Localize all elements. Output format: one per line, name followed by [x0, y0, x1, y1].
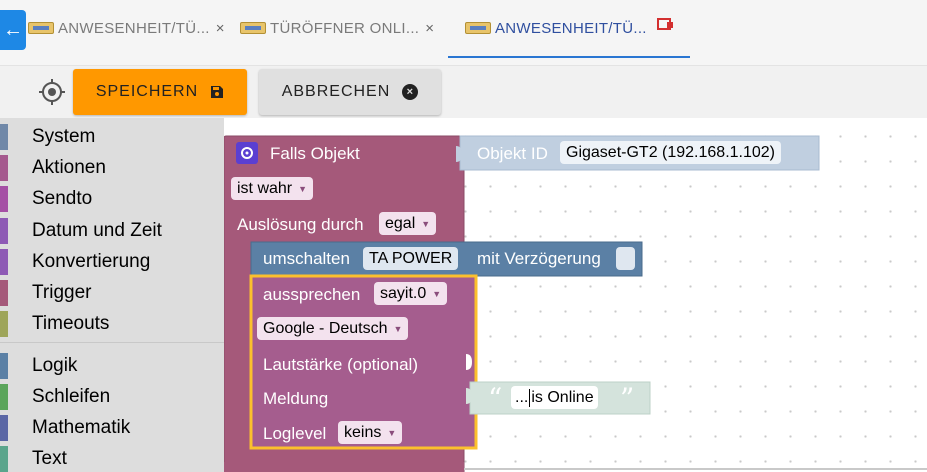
category-datum-und-zeit[interactable]: Datum und Zeit [0, 217, 224, 245]
toggle-target-field[interactable]: TA POWER [363, 247, 459, 270]
speak-language-dropdown[interactable]: Google - Deutsch ▼ [257, 317, 409, 340]
blockly-icon [28, 22, 54, 34]
condition-value: ist wahr [237, 179, 293, 197]
category-color [0, 249, 8, 275]
volume-label: Lautstärke (optional) [263, 355, 418, 374]
loglevel-dropdown[interactable]: keins ▼ [338, 421, 403, 444]
trigger-title: Falls Objekt [270, 144, 360, 163]
category-label: Konvertierung [32, 251, 151, 272]
category-label: Sendto [32, 188, 93, 209]
message-label: Meldung [263, 389, 329, 408]
category-color [0, 186, 8, 212]
tab-script-3[interactable]: ANWESENHEIT/TÜ... [465, 0, 673, 56]
close-unsaved-icon[interactable] [656, 18, 673, 30]
chevron-down-icon: ▼ [298, 183, 308, 194]
category-color [0, 353, 8, 379]
text-cursor [529, 388, 531, 407]
blockly-icon [240, 22, 266, 34]
category-label: Trigger [32, 282, 92, 303]
open-quote-icon: “ [488, 382, 503, 415]
floppy-disk-icon [211, 86, 224, 98]
save-button[interactable]: SPEICHERN [73, 69, 247, 115]
category-text[interactable]: Text [0, 445, 224, 472]
category-label: Mathematik [32, 417, 131, 438]
category-color [0, 124, 8, 150]
loglevel-label: Loglevel [263, 424, 327, 443]
close-icon[interactable]: × [425, 20, 434, 37]
back-button[interactable]: ← [0, 10, 26, 50]
tab-bar: ← ANWESENHEIT/TÜ... × TÜRÖFFNER ONLI... … [0, 0, 927, 66]
arrow-left-icon: ← [3, 19, 23, 41]
category-timeouts[interactable]: Timeouts [0, 310, 224, 338]
cancel-button[interactable]: ABBRECHEN × [259, 69, 441, 115]
category-sendto[interactable]: Sendto [0, 185, 224, 213]
category-color [0, 280, 8, 306]
category-aktionen[interactable]: Aktionen [0, 154, 224, 182]
category-color [0, 384, 8, 410]
toggle-label: umschalten [263, 249, 350, 268]
category-label: Aktionen [32, 157, 106, 178]
category-trigger[interactable]: Trigger [0, 279, 224, 307]
category-label: System [32, 126, 96, 147]
category-label: Schleifen [32, 386, 111, 407]
speak-label: aussprechen [263, 285, 361, 304]
blockly-icon [465, 22, 491, 34]
blockly-editor: ← ANWESENHEIT/TÜ... × TÜRÖFFNER ONLI... … [0, 0, 927, 472]
speak-instance-dropdown[interactable]: sayit.0 ▼ [374, 282, 448, 305]
toggle-target-value: TA POWER [369, 249, 453, 267]
close-quote-icon: ” [620, 382, 635, 415]
category-color [0, 311, 8, 337]
category-separator [0, 342, 224, 343]
trigger-by-label: Auslösung durch [237, 215, 364, 234]
category-schleifen[interactable]: Schleifen [0, 383, 224, 411]
chevron-down-icon: ▼ [387, 427, 397, 438]
text-value-field[interactable]: ... is Online [511, 386, 598, 409]
save-button-label: SPEICHERN [95, 83, 199, 100]
toggle-delay-label: mit Verzögerung [477, 249, 601, 268]
category-konvertierung[interactable]: Konvertierung [0, 248, 224, 276]
speak-instance-value: sayit.0 [380, 284, 427, 302]
text-value: is Online [531, 388, 594, 406]
category-label: Timeouts [32, 313, 110, 334]
chevron-down-icon: ▼ [421, 218, 431, 229]
category-mathematik[interactable]: Mathematik [0, 414, 224, 442]
category-logik[interactable]: Logik [0, 352, 224, 380]
trigger-by-dropdown[interactable]: egal ▼ [379, 212, 437, 235]
crosshair-icon[interactable] [38, 78, 66, 106]
delay-checkbox[interactable] [616, 247, 635, 270]
gear-icon[interactable] [236, 142, 258, 164]
toolbar: SPEICHERN ABBRECHEN × [0, 66, 927, 118]
category-color [0, 446, 8, 472]
close-circle-icon: × [402, 84, 419, 100]
active-tab-indicator [448, 56, 690, 58]
tab-label: ANWESENHEIT/TÜ... [495, 19, 647, 37]
blockly-workspace[interactable]: Falls Objekt ist wahr ▼ Auslösung durch … [224, 118, 927, 472]
loglevel-value: keins [344, 423, 382, 441]
category-color [0, 415, 8, 441]
category-color [0, 155, 8, 181]
toolbox-sidebar: System Aktionen Sendto Datum und Zeit Ko… [0, 118, 224, 472]
category-system[interactable]: System [0, 123, 224, 151]
text-prefix: ... [515, 388, 529, 406]
category-label: Text [32, 448, 67, 469]
category-label: Datum und Zeit [32, 220, 162, 241]
object-id-label: Objekt ID [477, 144, 548, 163]
category-color [0, 218, 8, 244]
chevron-down-icon: ▼ [393, 323, 403, 334]
object-id-field[interactable]: Gigaset-GT2 (192.168.1.102) [560, 141, 782, 164]
close-icon[interactable]: × [216, 20, 225, 37]
tab-label: ANWESENHEIT/TÜ... [58, 19, 210, 37]
tab-label: TÜRÖFFNER ONLI... [270, 19, 420, 37]
category-label: Logik [32, 355, 78, 376]
tab-script-1[interactable]: ANWESENHEIT/TÜ... × [28, 0, 225, 56]
trigger-by-value: egal [385, 214, 416, 232]
tab-script-2[interactable]: TÜRÖFFNER ONLI... × [240, 0, 434, 56]
speak-language-value: Google - Deutsch [263, 319, 388, 337]
chevron-down-icon: ▼ [432, 288, 442, 299]
object-id-value: Gigaset-GT2 (192.168.1.102) [566, 143, 776, 161]
condition-dropdown[interactable]: ist wahr ▼ [231, 177, 314, 200]
cancel-button-label: ABBRECHEN [281, 83, 391, 100]
